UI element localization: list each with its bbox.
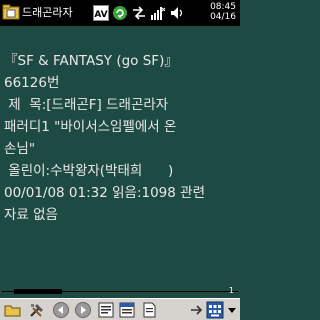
folder-icon[interactable]	[4, 301, 22, 319]
title-bar: 드래곤라자 AV 08:45 04/16	[0, 0, 240, 26]
connectivity-icon[interactable]	[131, 5, 147, 21]
article-line-subject-end: 손님"	[4, 141, 36, 157]
sync-icon[interactable]	[112, 5, 128, 21]
article-line-subject-cont: 패러디1 "바이서스임펠에서 온	[4, 119, 177, 135]
svg-text:AV: AV	[94, 10, 107, 20]
av-icon[interactable]: AV	[93, 5, 109, 21]
article-line-date-reads: 00/01/08 01:32 읽음:1098 관련	[4, 185, 205, 201]
article-line-related: 자료 없음	[4, 207, 58, 223]
article-line-number: 66126번	[4, 75, 60, 91]
back-icon[interactable]	[52, 301, 70, 319]
scroll-value: 1	[228, 286, 234, 295]
tools-icon[interactable]	[28, 301, 46, 319]
tools-menu-arrow-icon[interactable]	[188, 301, 206, 319]
forward-icon[interactable]	[74, 301, 92, 319]
article-view[interactable]: 『SF & FANTASY (go SF)』 66126번 제 목:[드래곤F]…	[0, 26, 240, 298]
input-menu-arrow-icon[interactable]	[226, 301, 238, 319]
bookmark-icon[interactable]	[97, 301, 115, 319]
horizontal-scroll-indicator[interactable]: 1	[0, 286, 240, 298]
scroll-thumb[interactable]	[14, 289, 62, 294]
folder-doc-icon[interactable]	[2, 3, 20, 21]
keyboard-icon[interactable]	[206, 301, 224, 319]
find-icon[interactable]	[118, 301, 136, 319]
status-icons: AV	[93, 4, 185, 22]
clock-time: 08:45	[210, 2, 236, 12]
clock-date: 04/16	[210, 12, 236, 22]
document-icon[interactable]	[140, 301, 158, 319]
bottom-toolbar	[0, 298, 240, 320]
signal-icon[interactable]	[150, 5, 166, 21]
article-line-subject: 제 목:[드래곤F] 드래곤라자	[4, 97, 169, 113]
app-title[interactable]: 드래곤라자	[22, 6, 73, 19]
volume-icon[interactable]	[169, 5, 185, 21]
clock[interactable]: 08:45 04/16	[210, 2, 236, 22]
article-line-author: 올린이:수박왕자(박태희 )	[4, 163, 174, 179]
article-text: 『SF & FANTASY (go SF)』 66126번 제 목:[드래곤F]…	[4, 50, 236, 226]
article-line-board: 『SF & FANTASY (go SF)』	[4, 53, 178, 69]
